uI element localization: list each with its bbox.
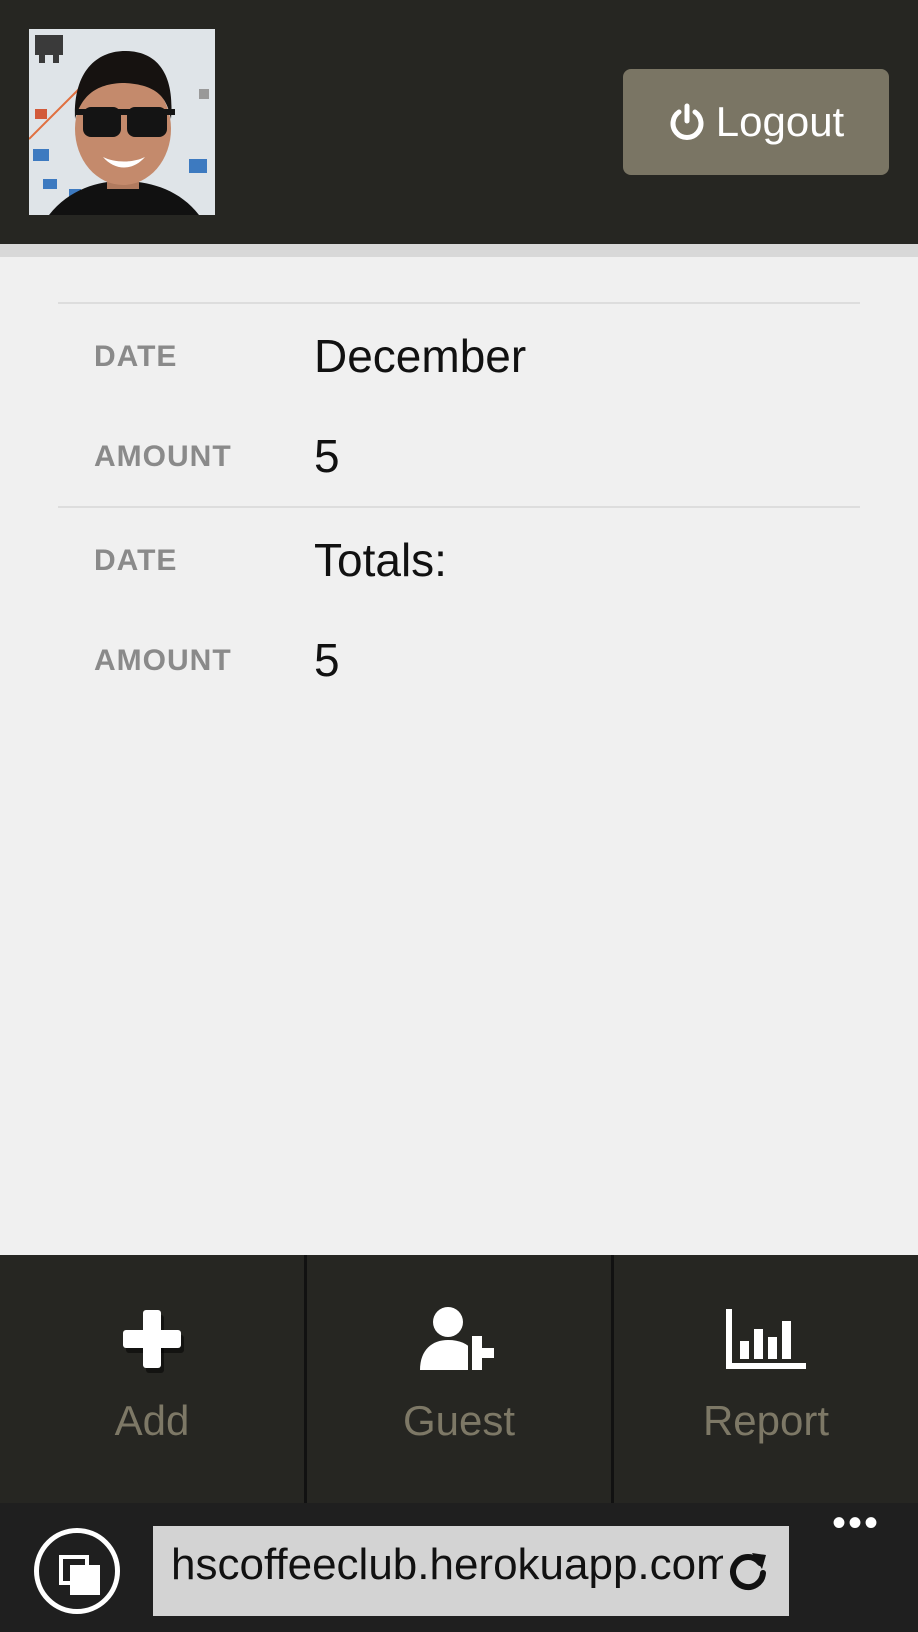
add-user-icon [414,1299,504,1379]
url-text[interactable]: hscoffeeclub.herokuapp.com [171,1540,741,1590]
amount-row: AMOUNT 5 [58,426,860,486]
totals-row: DATE Totals: AMOUNT 5 [58,506,860,710]
add-label: Add [114,1397,190,1444]
report-button[interactable]: Report [614,1255,918,1503]
amount-label: AMOUNT [94,440,232,473]
tabs-icon[interactable] [34,1528,120,1614]
date-label: DATE [94,340,178,373]
more-icon[interactable]: ••• [826,1503,886,1543]
guest-button[interactable]: Guest [307,1255,614,1503]
address-bar[interactable]: hscoffeeclub.herokuapp.com [153,1526,789,1616]
amount-label: AMOUNT [94,644,232,677]
logout-button[interactable]: Logout [623,69,889,175]
refresh-icon[interactable] [723,1546,773,1596]
date-row: DATE December [58,326,860,386]
bar-chart-icon [721,1299,811,1379]
amount-value: 5 [314,430,340,482]
report-label: Report [702,1397,830,1444]
amount-value: 5 [314,634,340,686]
browser-toolbar: hscoffeeclub.herokuapp.com ••• [0,1503,918,1632]
power-icon [668,103,706,141]
guest-label: Guest [402,1397,516,1444]
records-list: DATE December AMOUNT 5 DATE Totals: AMOU… [58,302,860,710]
amount-row: AMOUNT 5 [58,630,860,690]
avatar [29,29,215,215]
add-button[interactable]: Add [0,1255,307,1503]
logout-label: Logout [715,98,845,145]
plus-icon [107,1299,197,1379]
date-row: DATE Totals: [58,530,860,590]
date-label: DATE [94,544,178,577]
app-header: Logout [0,0,918,244]
record-row: DATE December AMOUNT 5 [58,302,860,506]
totals-value: Totals: [314,534,447,586]
date-value: December [314,330,527,382]
bottom-nav: Add Guest Report [0,1255,918,1503]
header-divider [0,244,918,257]
